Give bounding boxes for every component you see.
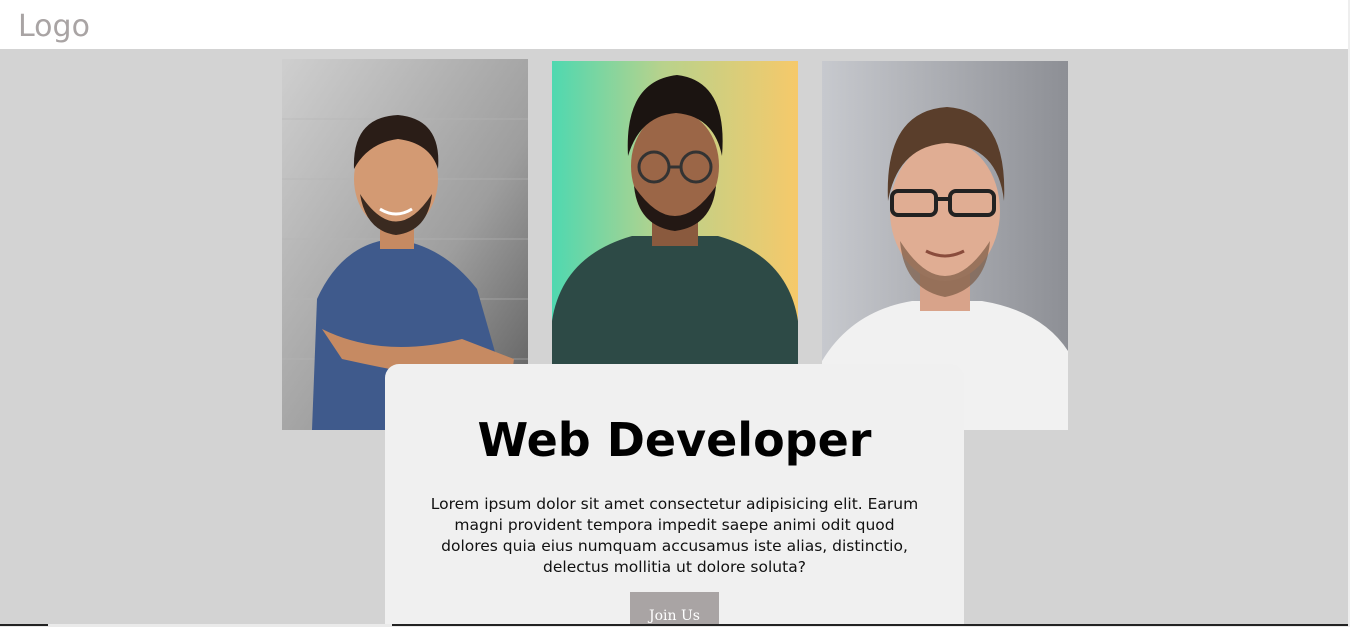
hero-card: Web Developer Lorem ipsum dolor sit amet… [385,364,964,627]
header: Logo [0,0,1350,49]
card-description: Lorem ipsum dolor sit amet consectetur a… [430,495,919,576]
divider-segment [392,624,1350,626]
logo[interactable]: Logo [18,8,90,46]
join-us-button[interactable]: Join Us [630,592,719,627]
card-title: Web Developer [477,413,872,467]
team-photo-2 [552,61,798,364]
divider-segment [0,624,48,626]
